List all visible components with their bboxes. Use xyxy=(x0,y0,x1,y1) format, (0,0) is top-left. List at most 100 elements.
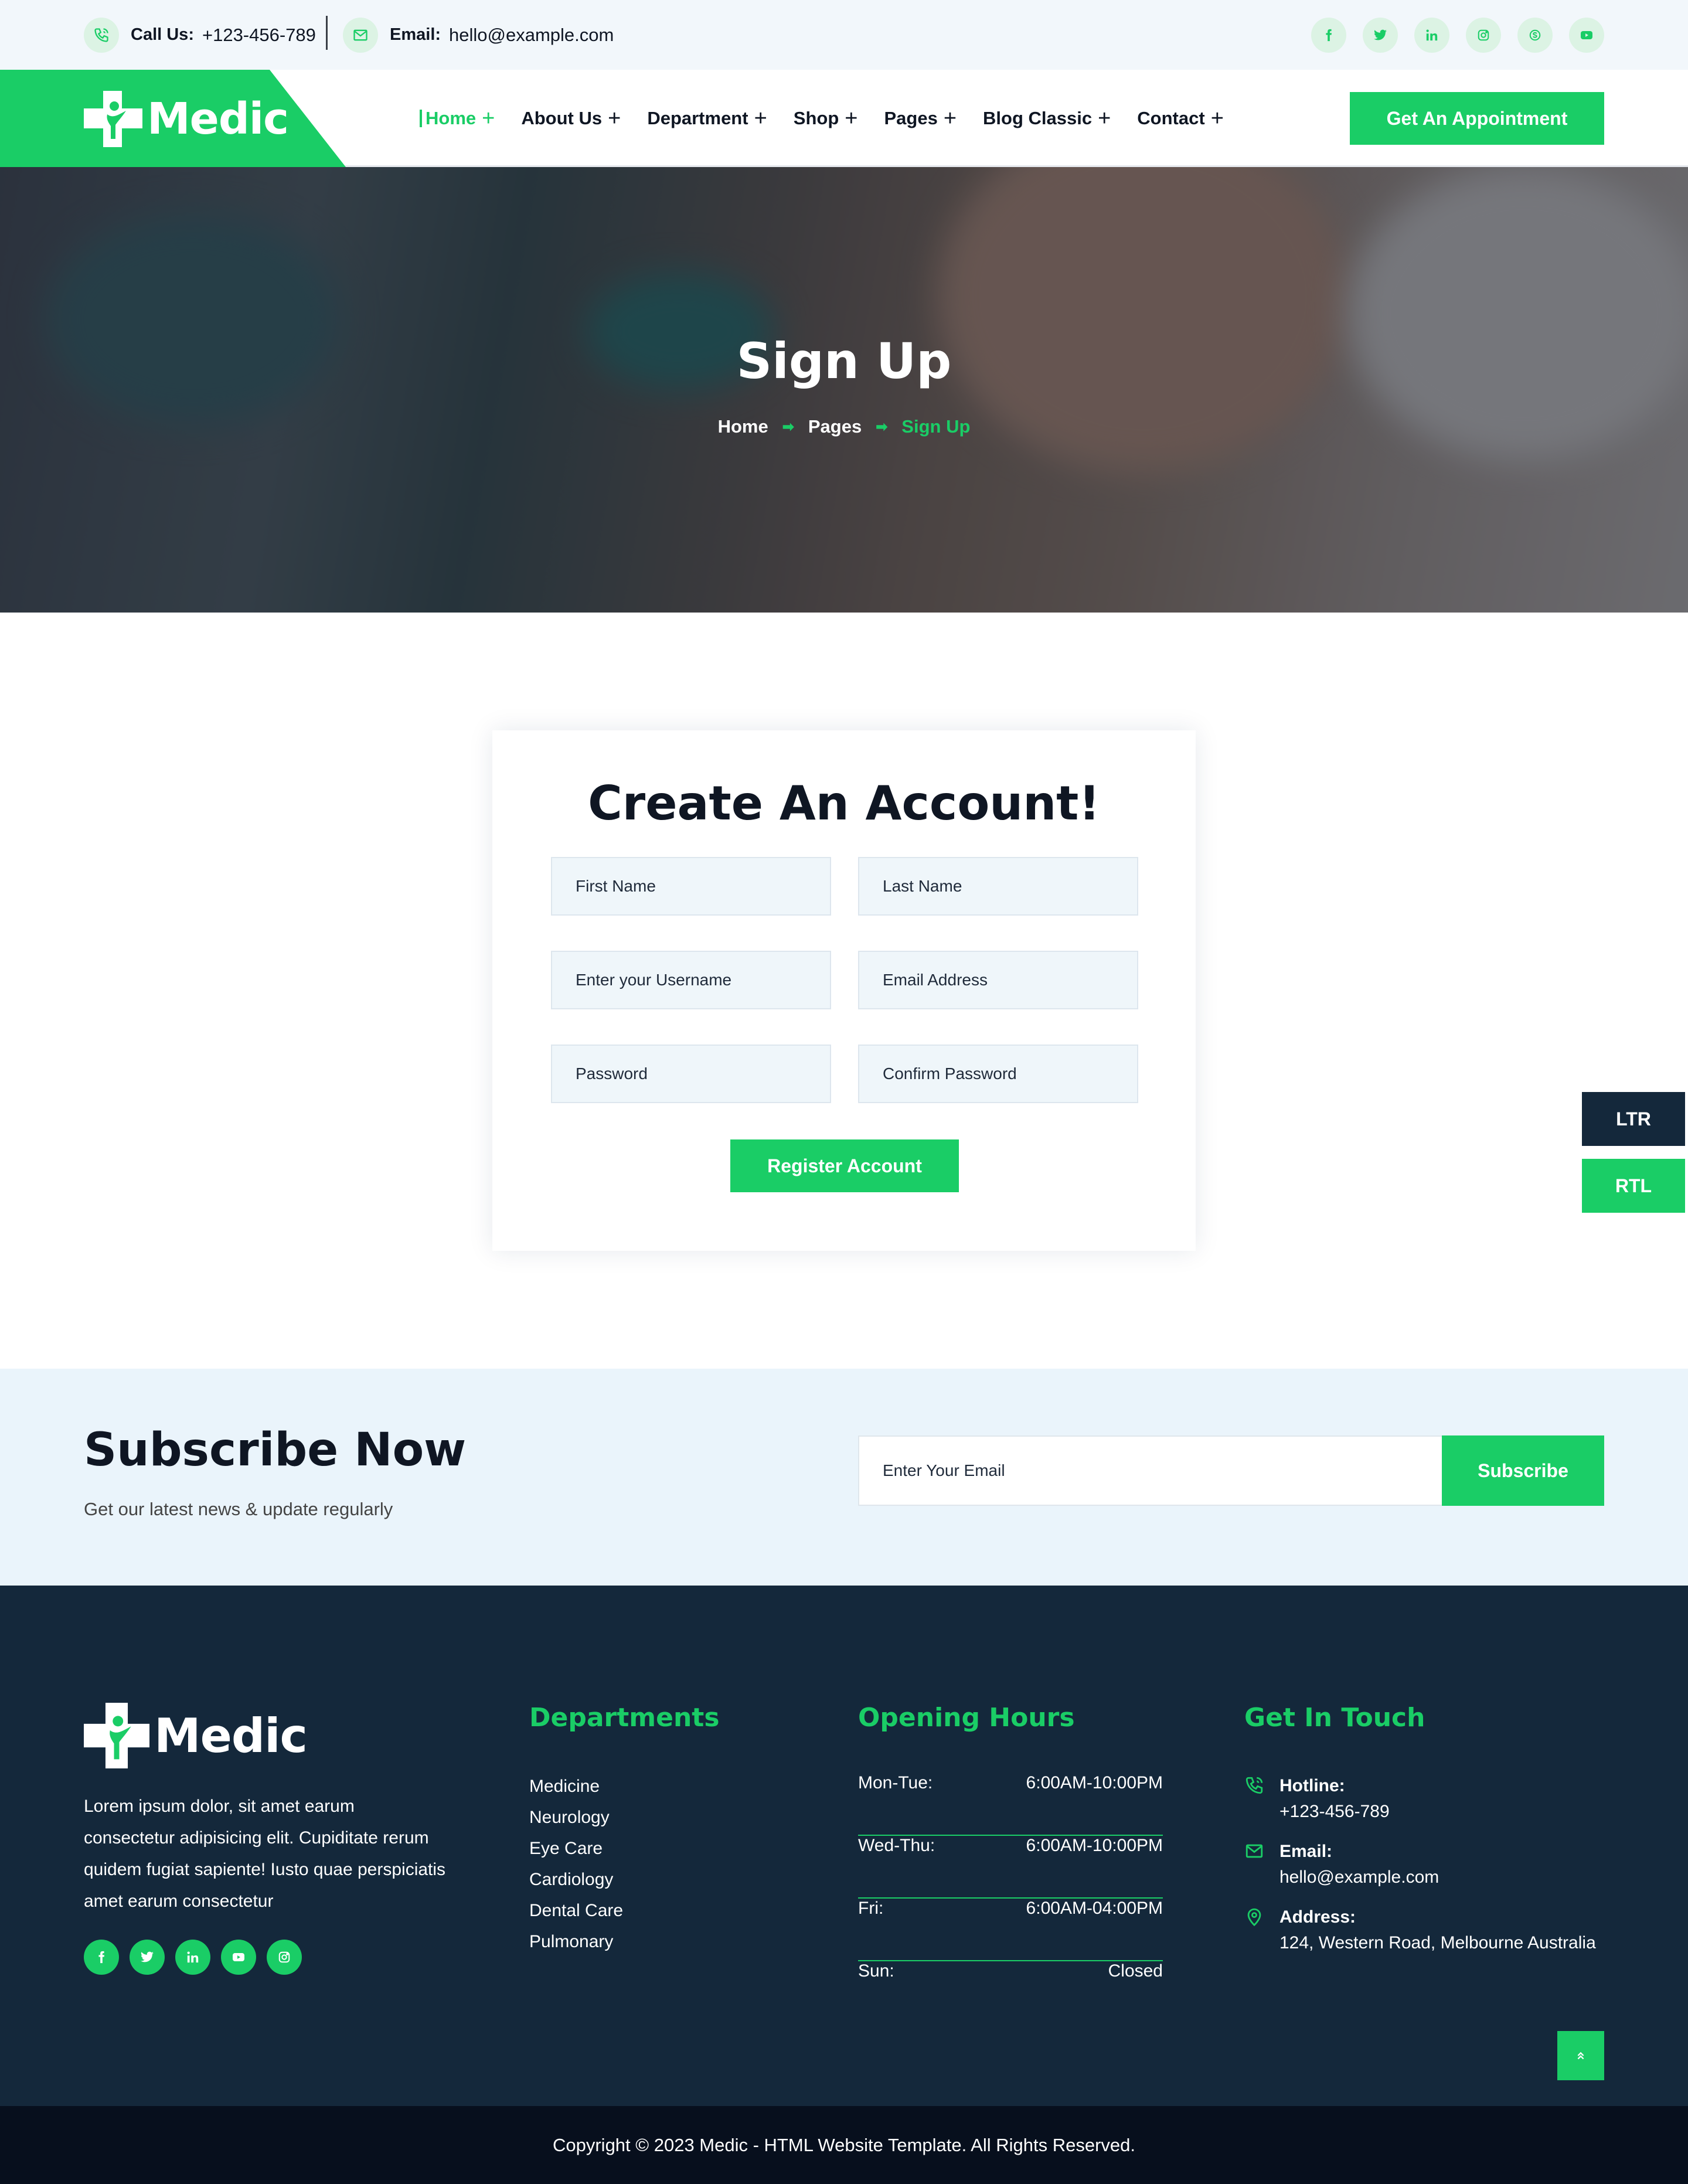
opening-hours-heading: Opening Hours xyxy=(858,1703,1075,1733)
youtube-icon[interactable] xyxy=(221,1940,256,1975)
plus-icon: + xyxy=(482,106,495,131)
first-name-field[interactable]: First Name xyxy=(551,857,831,916)
department-link[interactable]: Cardiology xyxy=(529,1862,623,1897)
get-appointment-button[interactable]: Get An Appointment xyxy=(1350,92,1604,145)
hero-overlay xyxy=(0,167,1688,613)
top-socials xyxy=(1311,18,1604,53)
hours-time: Closed xyxy=(1108,1961,1163,1981)
twitter-icon[interactable] xyxy=(1363,18,1398,53)
email-value[interactable]: hello@example.com xyxy=(1279,1865,1439,1890)
nav-item-about-us[interactable]: About Us + xyxy=(521,107,621,130)
top-bar: Call Us: +123-456-789 Email: hello@examp… xyxy=(0,0,1688,70)
hours-time: 6:00AM-10:00PM xyxy=(1026,1773,1163,1792)
subscribe-subtitle: Get our latest news & update regularly xyxy=(84,1499,393,1519)
facebook-icon[interactable] xyxy=(84,1940,119,1975)
nav-item-home[interactable]: Home + xyxy=(420,107,495,130)
hours-day: Sun: xyxy=(858,1961,894,1981)
confirm-password-field[interactable]: Confirm Password xyxy=(858,1045,1138,1103)
hotline-item: Hotline: +123-456-789 xyxy=(1244,1773,1619,1825)
breadcrumb-home[interactable]: Home xyxy=(718,416,768,437)
plus-icon: + xyxy=(1098,106,1111,131)
scroll-to-top-button[interactable] xyxy=(1557,2031,1604,2080)
email-label: Email: xyxy=(1279,1842,1333,1861)
department-link[interactable]: Medicine xyxy=(529,1768,623,1804)
email-field[interactable]: Email Address xyxy=(858,951,1138,1009)
divider xyxy=(326,16,328,50)
site-logo[interactable]: Medic xyxy=(84,91,289,147)
opening-hours-list: Mon-Tue: 6:00AM-10:00PM Wed-Thu: 6:00AM-10… xyxy=(858,1773,1163,2024)
page-title: Sign Up xyxy=(736,332,952,390)
call-value[interactable]: +123-456-789 xyxy=(202,25,316,46)
breadcrumb: Home ➡ Pages ➡ Sign Up xyxy=(0,416,1688,437)
linkedin-icon[interactable] xyxy=(175,1940,210,1975)
last-name-field[interactable]: Last Name xyxy=(858,857,1138,916)
department-link[interactable]: Neurology xyxy=(529,1799,623,1835)
subscribe-section: Subscribe Now Get our latest news & upda… xyxy=(0,1369,1688,1586)
nav-label: Shop xyxy=(793,108,839,128)
arrow-right-icon: ➡ xyxy=(782,419,794,435)
youtube-icon[interactable] xyxy=(1569,18,1604,53)
address-value: 124, Western Road, Melbourne Australia xyxy=(1279,1933,1596,1952)
nav-item-blog-classic[interactable]: Blog Classic + xyxy=(983,107,1111,130)
hours-time: 6:00AM-04:00PM xyxy=(1026,1899,1163,1918)
nav-item-department[interactable]: Department + xyxy=(647,107,767,130)
footer-logo-text: Medic xyxy=(154,1708,308,1763)
subscribe-button[interactable]: Subscribe xyxy=(1442,1435,1604,1506)
instagram-icon[interactable] xyxy=(1466,18,1501,53)
mail-icon xyxy=(1244,1839,1268,1890)
medical-cross-logo-icon xyxy=(84,91,142,147)
plus-icon: + xyxy=(608,106,621,131)
contact-info: Hotline: +123-456-789 Email: hello@example… xyxy=(1244,1773,1619,1970)
active-indicator xyxy=(420,110,422,127)
username-field[interactable]: Enter your Username xyxy=(551,951,831,1009)
call-contact[interactable]: Call Us: +123-456-789 xyxy=(84,0,316,70)
ltr-button[interactable]: LTR xyxy=(1582,1092,1685,1146)
form-title: Create An Account! xyxy=(588,776,1100,831)
skype-icon[interactable] xyxy=(1517,18,1553,53)
email-contact[interactable]: Email: hello@example.com xyxy=(343,0,614,70)
signup-card: Create An Account! First Name Last Name … xyxy=(492,730,1196,1251)
nav-label: About Us xyxy=(521,108,603,128)
address-label: Address: xyxy=(1279,1907,1356,1927)
nav-item-contact[interactable]: Contact + xyxy=(1137,107,1224,130)
rtl-button[interactable]: RTL xyxy=(1582,1159,1685,1213)
instagram-icon[interactable] xyxy=(267,1940,302,1975)
facebook-icon[interactable] xyxy=(1311,18,1346,53)
hotline-value[interactable]: +123-456-789 xyxy=(1279,1799,1390,1825)
primary-nav: Home + About Us + Department + Shop + Pages +… xyxy=(420,70,1250,167)
hours-row: Wed-Thu: 6:00AM-10:00PM xyxy=(858,1836,1163,1899)
department-link[interactable]: Eye Care xyxy=(529,1831,623,1866)
nav-item-pages[interactable]: Pages + xyxy=(884,107,957,130)
breadcrumb-pages[interactable]: Pages xyxy=(808,416,862,437)
medical-cross-logo-icon xyxy=(84,1703,149,1768)
footer-logo[interactable]: Medic xyxy=(84,1703,308,1768)
hours-day: Wed-Thu: xyxy=(858,1836,935,1855)
location-pin-icon xyxy=(1244,1904,1268,1956)
hours-row: Fri: 6:00AM-04:00PM xyxy=(858,1899,1163,1961)
main-navbar: Medic Home + About Us + Department + Shop + … xyxy=(0,70,1688,167)
nav-label: Blog Classic xyxy=(983,108,1093,128)
nav-label: Contact xyxy=(1137,108,1205,128)
mail-icon xyxy=(343,17,378,53)
department-link[interactable]: Pulmonary xyxy=(529,1924,623,1960)
twitter-icon[interactable] xyxy=(130,1940,165,1975)
register-account-button[interactable]: Register Account xyxy=(730,1139,959,1192)
hours-day: Mon-Tue: xyxy=(858,1773,933,1792)
nav-label: Pages xyxy=(884,108,938,128)
password-field[interactable]: Password xyxy=(551,1045,831,1103)
hours-time: 6:00AM-10:00PM xyxy=(1026,1836,1163,1855)
email-label: Email: xyxy=(390,25,441,44)
breadcrumb-current: Sign Up xyxy=(901,416,971,437)
copyright-bar: Copyright © 2023 Medic - HTML Website Te… xyxy=(0,2106,1688,2184)
address-item: Address: 124, Western Road, Melbourne Aus… xyxy=(1244,1904,1619,1956)
phone-icon xyxy=(84,17,119,53)
linkedin-icon[interactable] xyxy=(1414,18,1449,53)
hours-row: Mon-Tue: 6:00AM-10:00PM xyxy=(858,1773,1163,1836)
hours-day: Fri: xyxy=(858,1899,884,1918)
subscribe-email-input[interactable]: Enter Your Email xyxy=(858,1435,1443,1506)
logo-text: Medic xyxy=(147,94,289,144)
department-link[interactable]: Dental Care xyxy=(529,1893,623,1928)
email-value[interactable]: hello@example.com xyxy=(449,25,614,46)
nav-item-shop[interactable]: Shop + xyxy=(794,107,858,130)
copyright-text: Copyright © 2023 Medic - HTML Website Te… xyxy=(552,2134,1135,2155)
